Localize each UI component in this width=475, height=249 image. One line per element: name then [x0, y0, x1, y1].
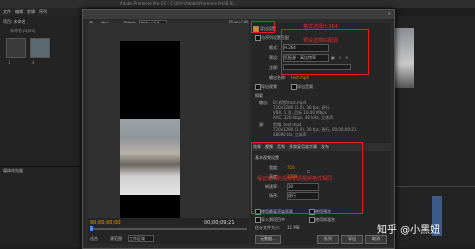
dialog-title-bar: 导出设置 ✕ — [83, 10, 394, 27]
preview-area — [88, 23, 249, 227]
annotation-format-note: 格式选择H.264 — [303, 24, 338, 30]
annotation-format-preset-box — [281, 29, 369, 75]
program-monitor-preview — [394, 28, 414, 88]
media-browser-tab[interactable]: 媒体浏览器 — [3, 168, 23, 173]
video-preview — [120, 41, 180, 221]
range-select[interactable]: 工作区域 — [128, 235, 154, 242]
format-label: 格式: — [269, 45, 279, 50]
fit-select[interactable]: 适合 — [90, 236, 98, 241]
panel-divider — [0, 166, 82, 167]
app-title: Adobe Premiere Pro CC - C:\用户\Adobe\Prem… — [120, 1, 238, 6]
timeline-panel — [392, 16, 475, 247]
export-settings-dialog: 导出设置 ✕ 源 输出 源缩放: 缩放以适合 00;00;00;00 00;00… — [82, 9, 395, 249]
output-name-label: 输出名称: — [269, 75, 287, 80]
project-file: 未命名.prproj — [10, 28, 36, 33]
metadata-button[interactable]: 元数据... — [255, 235, 281, 244]
export-audio-label: 导出音频 — [297, 84, 313, 89]
menu-sequence[interactable]: 序列 — [39, 9, 47, 14]
summary-heading: 摘要 — [255, 93, 263, 98]
app-title-bar: Adobe Premiere Pro CC - C:\用户\Adobe\Prem… — [0, 0, 475, 8]
output-summary-line-4: AAC, 320 kbps, 48 kHz, 立体声 — [273, 115, 334, 120]
track-divider — [392, 186, 475, 187]
file-size-value: 11 MB — [287, 225, 300, 230]
range-value: 工作区域 — [129, 236, 145, 241]
source-summary-label: 源: — [259, 122, 265, 127]
cancel-button[interactable]: 取消 — [365, 235, 387, 244]
clip-count: 4 — [32, 60, 35, 65]
annotation-preset-note: 预设选择匹配源 — [303, 38, 339, 44]
import-project-label: 导入到项目中 — [261, 217, 285, 222]
menu-edit[interactable]: 编辑 — [15, 9, 23, 14]
output-name-link[interactable]: test.mp4 — [291, 75, 309, 80]
export-button[interactable]: 导出 — [341, 235, 363, 244]
export-video-label: 导出视频 — [261, 84, 277, 89]
video-frame-image — [120, 119, 180, 195]
clip-thumbnail[interactable] — [30, 38, 50, 58]
sequence-count: 1 — [8, 60, 11, 65]
output-summary-label: 输出: — [259, 100, 269, 105]
menu-clip[interactable]: 剪辑 — [27, 9, 35, 14]
project-tab[interactable]: 项目: 未命名 — [3, 19, 26, 24]
watermark: 知乎 @小黑妞 — [377, 225, 441, 236]
queue-button[interactable]: 队列 — [317, 235, 339, 244]
annotation-export-settings-box — [251, 21, 275, 33]
duration-timecode: 00;00;09;21 — [204, 220, 235, 226]
close-icon[interactable]: ✕ — [388, 11, 391, 16]
preset-label: 预设: — [269, 55, 279, 60]
menu-bar: 文件 编辑 剪辑 序列 — [0, 8, 85, 16]
range-label: 源范围 — [110, 236, 122, 241]
menu-file[interactable]: 文件 — [3, 9, 11, 14]
annotation-resolution-note: 保证输出的视频和源视频格式相同 — [257, 176, 333, 182]
timeline-track[interactable] — [90, 228, 247, 230]
current-timecode[interactable]: 00;00;00;00 — [90, 220, 121, 226]
project-panel: 项目: 未命名 未命名.prproj 1 4 媒体浏览器 — [0, 16, 83, 247]
sequence-thumbnail[interactable] — [6, 38, 26, 58]
comments-label: 注释: — [269, 65, 279, 70]
preview-timeline: 00;00;00;00 00;00;09;21 适合 源范围 工作区域 — [88, 218, 249, 244]
playhead-handle[interactable] — [90, 226, 93, 231]
file-size-label: 估计文件大小: — [255, 225, 281, 230]
frame-blending-label: 使用帧混合 — [315, 217, 335, 222]
source-summary-line-3: 48000 Hz, 立体声 — [273, 132, 307, 137]
